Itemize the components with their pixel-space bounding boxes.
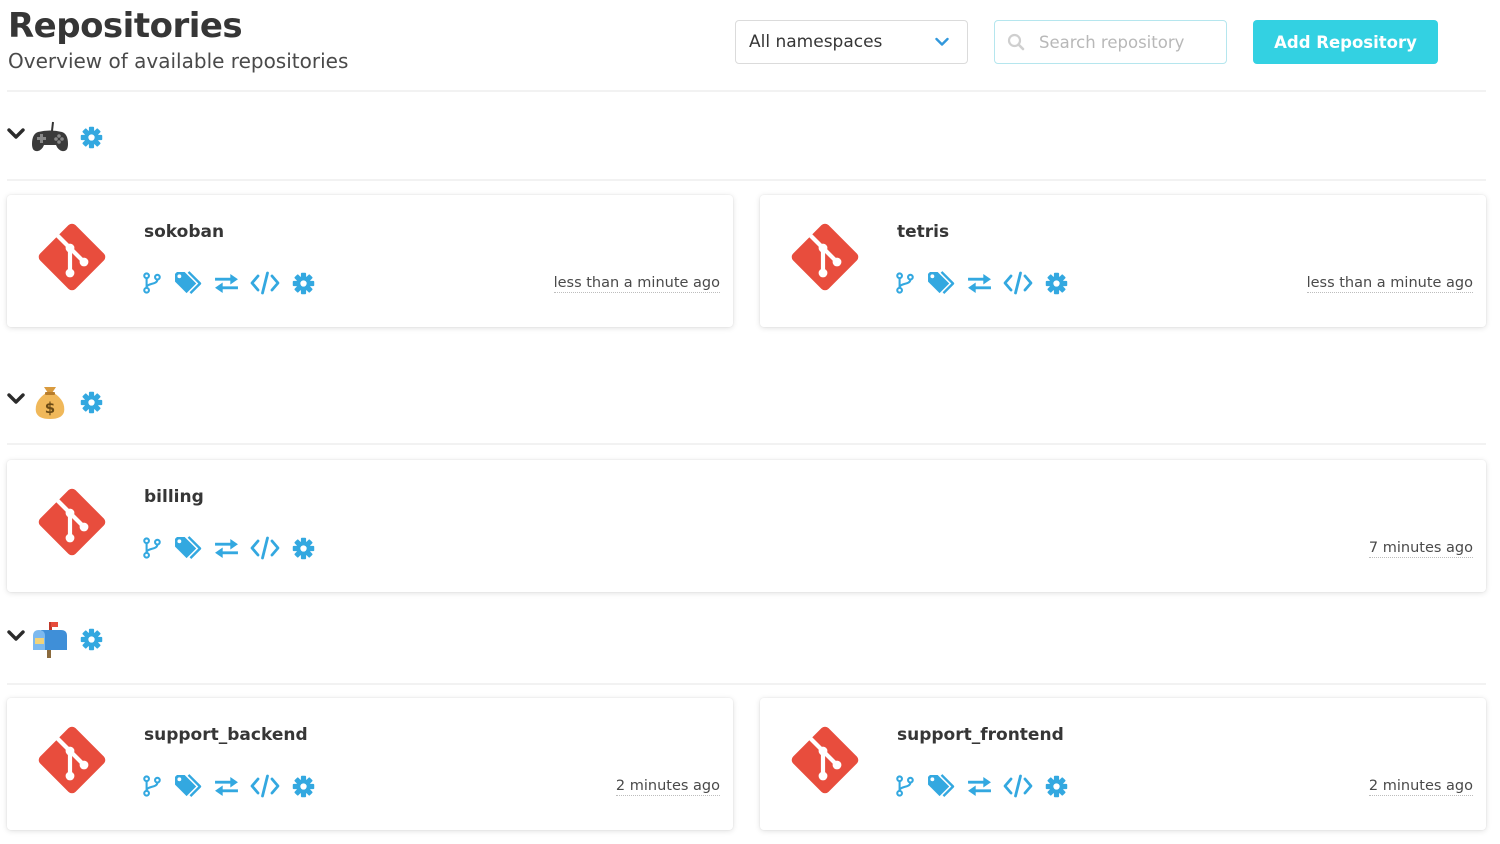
repository-date: 2 minutes ago — [615, 778, 720, 796]
svg-text:$: $ — [45, 399, 55, 417]
repository-name[interactable]: sokoban — [144, 222, 224, 242]
add-repository-button[interactable]: Add Repository — [1253, 20, 1438, 64]
search-icon — [1007, 33, 1025, 51]
header-divider — [7, 90, 1486, 92]
namespace-divider — [7, 179, 1486, 181]
namespace-header: $ — [7, 383, 207, 423]
repository-date: 2 minutes ago — [1368, 778, 1473, 796]
repository-name[interactable]: support_backend — [144, 725, 308, 745]
sources-icon[interactable] — [1003, 270, 1033, 296]
chevron-down-icon[interactable] — [7, 630, 25, 642]
namespace-settings-gear-icon[interactable] — [80, 391, 103, 414]
repository-settings-gear-icon[interactable] — [291, 270, 315, 296]
branches-icon[interactable] — [142, 773, 162, 799]
repository-actions — [895, 270, 1068, 296]
page-title: Repositories — [8, 6, 243, 46]
mailbox-icon — [33, 622, 67, 658]
branches-icon[interactable] — [895, 773, 915, 799]
namespace-divider — [7, 443, 1486, 445]
money-bag-icon: $ — [35, 387, 65, 419]
video-game-controller-icon — [32, 121, 68, 152]
repository-date: less than a minute ago — [553, 275, 720, 293]
tags-icon[interactable] — [925, 270, 957, 296]
namespace-settings-gear-icon[interactable] — [80, 628, 103, 651]
sources-icon[interactable] — [1003, 773, 1033, 799]
repository-card: support_backend 2 minutes ago — [7, 698, 733, 830]
repository-settings-gear-icon[interactable] — [1044, 773, 1068, 799]
git-repository-icon — [36, 486, 108, 558]
repository-actions — [895, 773, 1068, 799]
git-repository-icon — [789, 221, 861, 293]
sources-icon[interactable] — [250, 773, 280, 799]
tags-icon[interactable] — [925, 773, 957, 799]
namespace-header — [7, 118, 207, 158]
branches-icon[interactable] — [142, 270, 162, 296]
repository-date: 7 minutes ago — [1368, 540, 1473, 558]
search-field[interactable] — [994, 20, 1227, 64]
sources-icon[interactable] — [250, 270, 280, 296]
namespace-settings-gear-icon[interactable] — [80, 126, 103, 149]
repository-date: less than a minute ago — [1306, 275, 1473, 293]
changesets-icon[interactable] — [966, 773, 992, 799]
repository-card: tetris less than a minute ago — [760, 195, 1486, 327]
git-repository-icon — [36, 221, 108, 293]
branches-icon[interactable] — [142, 535, 162, 561]
repository-actions — [142, 773, 315, 799]
changesets-icon[interactable] — [213, 270, 239, 296]
tags-icon[interactable] — [172, 773, 204, 799]
branches-icon[interactable] — [895, 270, 915, 296]
repository-name[interactable]: support_frontend — [897, 725, 1064, 745]
repository-card: billing 7 minutes ago — [7, 460, 1486, 592]
changesets-icon[interactable] — [213, 773, 239, 799]
namespace-header — [7, 620, 207, 660]
repository-actions — [142, 270, 315, 296]
page-subtitle: Overview of available repositories — [8, 49, 349, 73]
chevron-down-icon — [935, 37, 949, 46]
repository-name[interactable]: billing — [144, 487, 204, 507]
git-repository-icon — [789, 724, 861, 796]
namespace-select[interactable]: All namespaces — [735, 20, 968, 64]
repository-actions — [142, 535, 315, 561]
changesets-icon[interactable] — [213, 535, 239, 561]
sources-icon[interactable] — [250, 535, 280, 561]
search-input[interactable] — [1039, 29, 1219, 55]
git-repository-icon — [36, 724, 108, 796]
repository-card: sokoban less than a minute ago — [7, 195, 733, 327]
tags-icon[interactable] — [172, 270, 204, 296]
repository-settings-gear-icon[interactable] — [291, 535, 315, 561]
repository-settings-gear-icon[interactable] — [1044, 270, 1068, 296]
repository-settings-gear-icon[interactable] — [291, 773, 315, 799]
changesets-icon[interactable] — [966, 270, 992, 296]
repository-card: support_frontend 2 minutes ago — [760, 698, 1486, 830]
namespace-select-value: All namespaces — [749, 32, 883, 52]
tags-icon[interactable] — [172, 535, 204, 561]
namespace-divider — [7, 683, 1486, 685]
chevron-down-icon[interactable] — [7, 393, 25, 405]
chevron-down-icon[interactable] — [7, 128, 25, 140]
repository-name[interactable]: tetris — [897, 222, 949, 242]
